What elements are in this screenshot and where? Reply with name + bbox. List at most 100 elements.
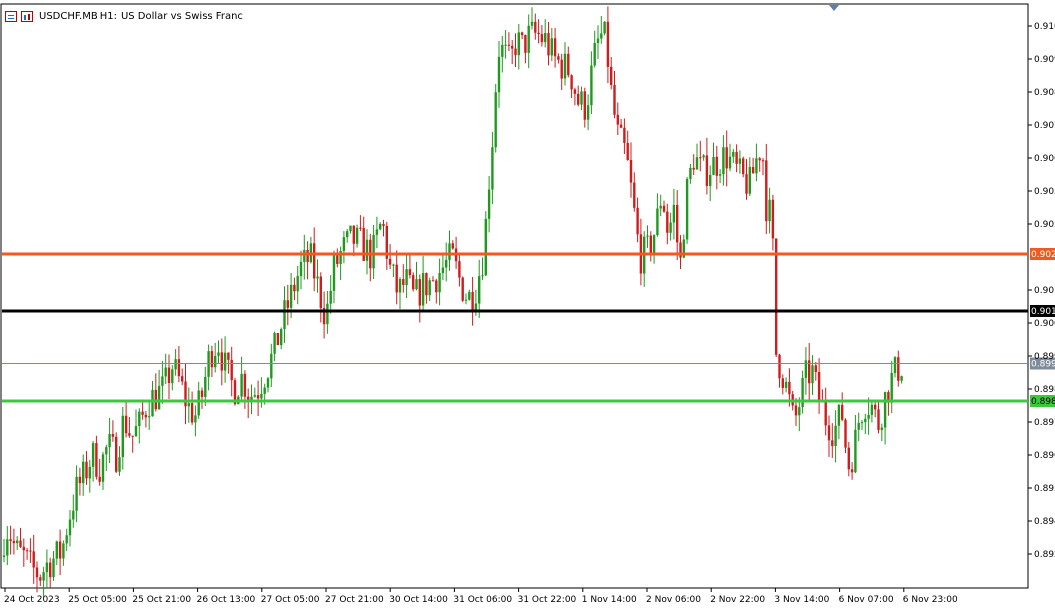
candle-body <box>847 447 850 470</box>
candle <box>484 211 487 276</box>
candle-body <box>464 299 468 301</box>
candle-body <box>164 367 167 377</box>
candle-body <box>22 546 25 551</box>
candle-body <box>402 279 405 286</box>
candle-body <box>659 205 662 209</box>
candle-body <box>689 167 692 179</box>
candle-body <box>692 167 695 170</box>
candle-body <box>362 227 365 261</box>
candle-body <box>256 395 260 399</box>
candle-body <box>9 539 12 541</box>
candle-body <box>451 243 454 249</box>
price-axis[interactable]: 0.91050 0.90940 0.90830 0.90720 0.90610 0.905… <box>1028 22 1055 560</box>
candle-body <box>276 332 280 346</box>
candle-body <box>187 403 190 407</box>
candle-body <box>725 147 728 169</box>
candle-body <box>864 418 867 423</box>
candle-body <box>388 258 392 265</box>
plot-area[interactable] <box>0 3 1029 589</box>
candle-body <box>610 66 613 85</box>
candle-body <box>375 229 379 235</box>
candle-body <box>652 235 656 254</box>
candle-body <box>45 562 49 573</box>
candle-body <box>283 300 286 330</box>
candle-body <box>540 34 544 43</box>
candle-body <box>405 269 408 286</box>
candle-body <box>306 249 309 263</box>
candle-body <box>629 159 633 183</box>
candle-body <box>62 543 65 559</box>
chart-type-icon[interactable] <box>21 10 33 22</box>
candle-body <box>619 124 623 128</box>
candle-body <box>567 53 570 76</box>
candle-body <box>111 433 115 437</box>
candle-body <box>544 33 547 43</box>
candle-body <box>530 21 534 26</box>
candle-body <box>227 352 230 360</box>
candle-body <box>217 352 220 356</box>
symbol-list-icon[interactable] <box>5 10 17 22</box>
candle-body <box>468 292 471 300</box>
candle-body <box>718 174 722 176</box>
candle-body <box>326 303 329 325</box>
candle-body <box>771 199 775 239</box>
candle-body <box>230 359 233 381</box>
x-tick-label: 3 Nov 14:00 <box>774 595 829 605</box>
candle-body <box>517 32 520 56</box>
candle-body <box>695 157 699 170</box>
candle-body <box>550 38 553 56</box>
candle-body <box>431 280 435 282</box>
candle-body <box>897 357 900 381</box>
candle-body <box>837 404 841 426</box>
candle-body <box>270 353 273 379</box>
candle <box>775 238 778 358</box>
y-tick-label: 0.89950 <box>1034 352 1055 362</box>
candle-body <box>82 461 85 484</box>
candle-body <box>501 44 504 57</box>
candle-body <box>583 91 586 120</box>
candle-body <box>765 160 768 222</box>
y-tick-label: 0.90940 <box>1034 55 1055 65</box>
candle-body <box>685 178 689 240</box>
candle-body <box>781 378 784 388</box>
candle-body <box>877 409 880 430</box>
candle-body <box>900 376 903 381</box>
candle-body <box>633 182 636 208</box>
candle-body <box>768 199 771 222</box>
candle-body <box>649 235 652 254</box>
candle-body <box>95 443 98 477</box>
candle-body <box>332 255 336 291</box>
candle-body <box>445 259 448 268</box>
price-chart[interactable]: 0.899250.902900.901000.89800 0.910500.90… <box>0 0 1055 608</box>
candle-body <box>458 261 461 278</box>
candle-body <box>161 376 164 386</box>
candle-body <box>273 332 276 354</box>
candle-body <box>883 392 887 428</box>
candle-body <box>118 457 121 472</box>
time-axis[interactable]: 24 Oct 2023 25 Oct 05:00 25 Oct 21:00 26 Oc… <box>4 588 958 605</box>
candle-body <box>19 540 22 547</box>
candle-body <box>798 407 801 416</box>
chart-header: USDCHF.MB H1: US Dollar vs Swiss Franc <box>5 8 243 24</box>
candle-body <box>200 390 204 397</box>
y-tick-label: 0.90720 <box>1034 121 1055 131</box>
x-tick-label: 25 Oct 21:00 <box>132 595 191 605</box>
candle-body <box>841 404 844 420</box>
candle-body <box>167 367 171 384</box>
candle-body <box>794 405 798 416</box>
candle-body <box>313 243 316 279</box>
candle-body <box>504 44 507 46</box>
x-tick-label: 24 Oct 2023 <box>4 595 60 605</box>
x-tick-label: 31 Oct 22:00 <box>518 595 577 605</box>
candle-body <box>214 355 217 368</box>
candle-body <box>240 373 243 397</box>
candle-body <box>412 275 415 290</box>
candle-body <box>775 238 778 355</box>
candle-body <box>392 264 395 266</box>
y-tick-label: 0.89400 <box>1034 517 1055 527</box>
candle-body <box>128 433 131 436</box>
y-tick-label: 0.90830 <box>1034 88 1055 98</box>
candle-body <box>220 352 223 371</box>
candle-body <box>88 466 91 479</box>
candle-body <box>735 151 738 164</box>
